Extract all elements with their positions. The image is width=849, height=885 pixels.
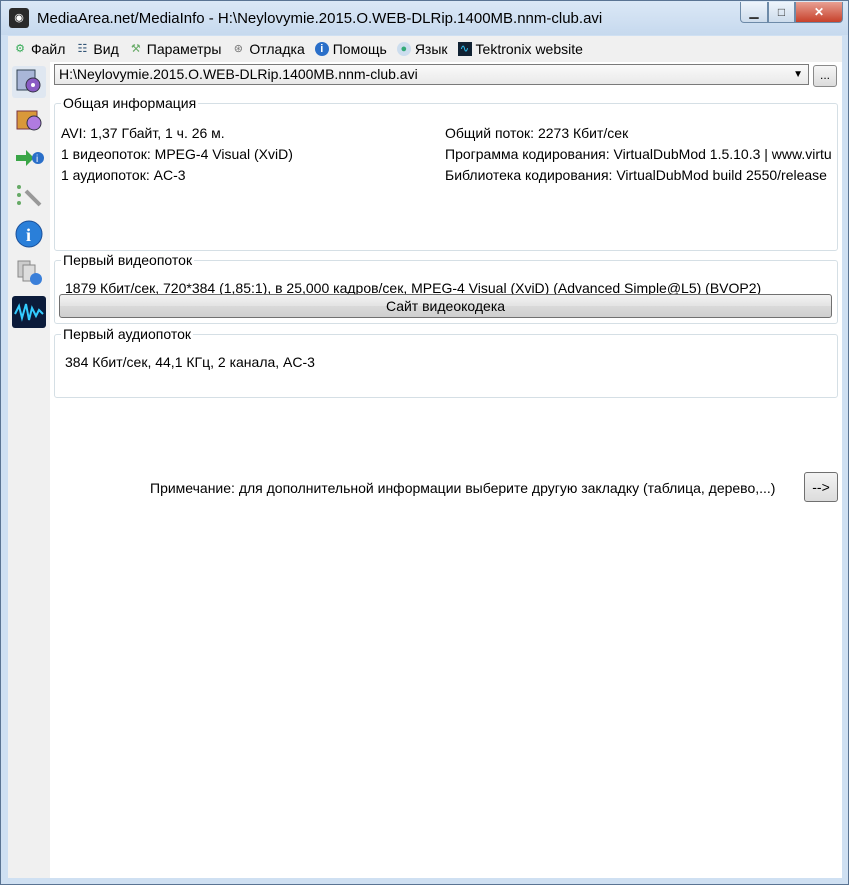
menu-options[interactable]: ⚒ Параметры xyxy=(124,37,227,61)
note-text: Примечание: для дополнительной информаци… xyxy=(150,480,776,496)
menu-debug[interactable]: ⊛ Отладка xyxy=(226,37,309,61)
basic-view-icon[interactable] xyxy=(12,66,46,98)
browse-button[interactable]: ... xyxy=(813,65,837,87)
view-sidebar: i i xyxy=(8,62,50,878)
general-left-line-3: 1 аудиопоток: AC-3 xyxy=(61,167,186,183)
general-left-line-1: AVI: 1,37 Гбайт, 1 ч. 26 м. xyxy=(61,125,225,141)
minimize-button[interactable]: ▁ xyxy=(740,2,768,23)
options-icon: ⚒ xyxy=(130,43,141,55)
svg-text:i: i xyxy=(26,225,31,245)
language-icon: ● xyxy=(396,42,411,56)
close-button[interactable]: ✕ xyxy=(795,2,843,23)
window-controls: ▁ □ ✕ xyxy=(740,2,843,23)
next-tab-button[interactable]: --> xyxy=(804,472,838,502)
general-info-group: Общая информация AVI: 1,37 Гбайт, 1 ч. 2… xyxy=(54,95,838,251)
basic-view-panel: H:\Neylovymie.2015.O.WEB-DLRip.1400MB.nn… xyxy=(52,62,842,878)
menu-view[interactable]: ☷ Вид xyxy=(70,37,123,61)
general-left-line-2: 1 видеопоток: MPEG-4 Visual (XviD) xyxy=(61,146,293,162)
menu-language-label: Язык xyxy=(414,41,448,57)
general-right-line-3: Библиотека кодирования: VirtualDubMod bu… xyxy=(445,167,827,183)
general-right-line-2: Программа кодирования: VirtualDubMod 1.5… xyxy=(445,146,831,162)
menu-bar: ⚙ Файл ☷ Вид ⚒ Параметры ⊛ Отладка i Пом… xyxy=(8,36,842,62)
video-stream-legend: Первый видеопоток xyxy=(63,252,193,268)
maximize-button[interactable]: □ xyxy=(768,2,795,23)
menu-view-label: Вид xyxy=(93,41,119,57)
audio-stream-legend: Первый аудиопоток xyxy=(63,326,192,342)
client-area: i i H:\Neylovymie.2015.O.WEB-DLRip.1400M… xyxy=(8,62,842,878)
easy-view-icon[interactable]: i xyxy=(12,142,46,174)
general-right-line-1: Общий поток: 2273 Кбит/сек xyxy=(445,125,629,141)
info-icon[interactable]: i xyxy=(12,218,46,250)
chevron-down-icon[interactable]: ▼ xyxy=(793,65,803,84)
app-window: ◉ MediaArea.net/MediaInfo - H:\Neylovymi… xyxy=(0,0,849,885)
menu-help-label: Помощь xyxy=(332,41,387,57)
svg-text:i: i xyxy=(36,154,38,165)
file-path: H:\Neylovymie.2015.O.WEB-DLRip.1400MB.nn… xyxy=(59,66,418,82)
window-title: MediaArea.net/MediaInfo - H:\Neylovymie.… xyxy=(37,10,603,27)
menu-help[interactable]: i Помощь xyxy=(310,37,392,61)
menu-tektronix-label: Tektronix website xyxy=(475,41,583,57)
title-bar[interactable]: ◉ MediaArea.net/MediaInfo - H:\Neylovymi… xyxy=(1,1,848,35)
tree-view-icon[interactable] xyxy=(12,180,46,212)
mediainfo-app-icon: ◉ xyxy=(9,8,29,28)
file-selector[interactable]: H:\Neylovymie.2015.O.WEB-DLRip.1400MB.nn… xyxy=(54,64,809,85)
help-icon: i xyxy=(314,42,329,56)
menu-options-label: Параметры xyxy=(146,41,222,57)
video-codec-website-button[interactable]: Сайт видеокодека xyxy=(59,294,832,318)
menu-debug-label: Отладка xyxy=(249,41,305,57)
export-icon[interactable] xyxy=(12,256,46,288)
menu-language[interactable]: ● Язык xyxy=(392,37,453,61)
debug-icon: ⊛ xyxy=(233,43,243,55)
menu-tektronix[interactable]: ∿ Tektronix website xyxy=(453,37,588,61)
file-icon: ⚙ xyxy=(15,43,25,55)
view-icon: ☷ xyxy=(77,43,88,55)
tektronix-icon: ∿ xyxy=(457,42,472,56)
sheet-view-icon[interactable] xyxy=(12,104,46,136)
general-info-legend: Общая информация xyxy=(63,95,197,111)
audio-stream-info: 384 Кбит/сек, 44,1 КГц, 2 канала, AC-3 xyxy=(65,354,315,370)
tektronix-wave-icon[interactable] xyxy=(12,296,46,328)
menu-file-label: Файл xyxy=(31,41,66,57)
menu-file[interactable]: ⚙ Файл xyxy=(8,37,70,61)
audio-stream-group: Первый аудиопоток 384 Кбит/сек, 44,1 КГц… xyxy=(54,326,838,398)
